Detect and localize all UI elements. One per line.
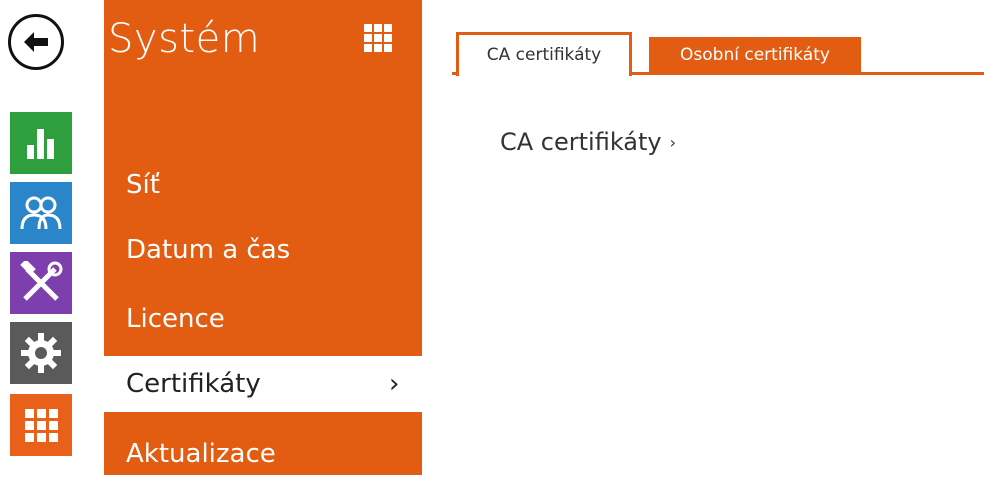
section-link-ca-certifikaty[interactable]: CA certifikáty ›	[500, 128, 676, 156]
menu-item-certifikaty[interactable]: Certifikáty ›	[104, 356, 422, 412]
users-icon[interactable]	[10, 182, 72, 244]
menu-item-label: Certifikáty	[126, 369, 261, 399]
chevron-right-icon: ›	[669, 133, 677, 152]
apps-grid-icon[interactable]	[10, 394, 72, 456]
tab-osobni-certifikaty[interactable]: Osobní certifikáty	[649, 37, 861, 73]
menu-title: Systém	[108, 16, 261, 62]
menu-item-aktualizace[interactable]: Aktualizace	[104, 426, 422, 482]
menu-item-label: Datum a čas	[126, 235, 291, 265]
menu-item-datum[interactable]: Datum a čas	[104, 222, 422, 278]
settings-gear-icon[interactable]	[10, 322, 72, 384]
back-arrow-icon[interactable]	[8, 14, 64, 70]
grid-menu-icon[interactable]	[364, 24, 392, 56]
section-link-label: CA certifikáty	[500, 128, 662, 156]
tab-ca-certifikaty[interactable]: CA certifikáty	[456, 32, 632, 76]
tools-icon[interactable]	[10, 252, 72, 314]
tab-bar: CA certifikáty Osobní certifikáty	[452, 32, 984, 76]
icon-rail	[0, 0, 76, 475]
chevron-right-icon: ›	[389, 369, 400, 399]
menu-item-label: Síť	[126, 170, 160, 200]
menu-item-sit[interactable]: Síť	[104, 157, 422, 213]
system-menu: Systém Síť Datum a čas Licence Certifiká…	[104, 0, 422, 475]
menu-item-label: Aktualizace	[126, 439, 276, 469]
menu-item-licence[interactable]: Licence	[104, 291, 422, 347]
menu-item-label: Licence	[126, 304, 225, 334]
stats-icon[interactable]	[10, 112, 72, 174]
